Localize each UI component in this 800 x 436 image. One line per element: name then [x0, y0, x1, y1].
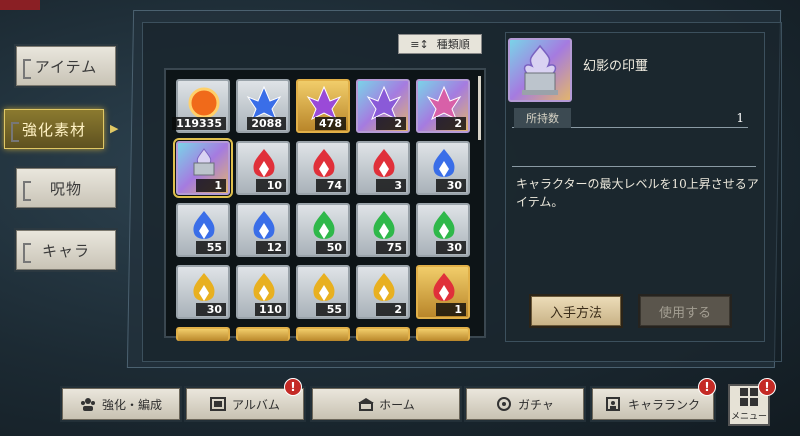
divider: [512, 166, 756, 167]
item-slot[interactable]: 2: [356, 79, 410, 133]
nav-label: アルバム: [232, 397, 280, 412]
character-rank-icon: [605, 397, 622, 411]
acquire-label: 入手方法: [549, 305, 602, 321]
owned-label: 所持数: [514, 107, 571, 128]
sort-order-button[interactable]: ≡↕ 種類順: [398, 34, 482, 54]
home-icon: [357, 397, 375, 411]
grid-scrollbar[interactable]: [478, 76, 481, 140]
item-slot[interactable]: 3: [356, 141, 410, 195]
tab-label: 呪物: [49, 179, 82, 198]
item-description: キャラクターの最大レベルを10上昇させるアイテム。: [516, 177, 759, 209]
menu-grid-icon: [740, 388, 758, 406]
item-quantity: 12: [256, 241, 286, 254]
nav-gacha[interactable]: ガチャ: [466, 388, 584, 420]
badge-mark: !: [704, 380, 710, 394]
item-quantity: 30: [436, 179, 466, 192]
nav-character-rank[interactable]: キャラランク: [592, 388, 714, 420]
team-icon: [80, 397, 96, 411]
nav-label: キャラランク: [627, 397, 700, 412]
item-slot[interactable]: 50: [296, 203, 350, 257]
item-quantity: 110: [255, 303, 286, 316]
item-quantity: 2: [376, 117, 406, 130]
tab-label: 強化素材: [21, 120, 86, 139]
item-slot[interactable]: 10: [236, 141, 290, 195]
item-quantity: 119335: [172, 117, 226, 130]
album-alert-badge: !: [284, 378, 302, 396]
item-quantity: 478: [315, 117, 346, 130]
tab-curios[interactable]: 呪物: [16, 168, 116, 208]
nav-enhance-formation[interactable]: 強化・編成: [62, 388, 180, 420]
album-icon: [210, 397, 227, 411]
owned-count-row: 所持数 1: [512, 107, 748, 128]
item-slot[interactable]: 1: [416, 265, 470, 319]
top-left-tab-corner: [0, 0, 40, 10]
nav-label: ホーム: [379, 397, 415, 412]
item-slot[interactable]: 2: [416, 79, 470, 133]
item-quantity: 2: [436, 117, 466, 130]
item-quantity: 10: [256, 179, 286, 192]
nav-label: ガチャ: [518, 397, 554, 412]
character-rank-alert-badge: !: [698, 378, 716, 396]
badge-mark: !: [764, 380, 770, 394]
use-label: 使用する: [658, 305, 711, 321]
item-slot[interactable]: 119335: [172, 79, 230, 133]
item-slot-partial[interactable]: [356, 327, 410, 341]
item-slot[interactable]: 30: [416, 203, 470, 257]
item-quantity: 30: [436, 241, 466, 254]
item-slot-partial[interactable]: [176, 327, 230, 341]
sort-icon: ≡↕: [410, 37, 429, 51]
item-quantity: 75: [376, 241, 406, 254]
active-tab-arrow-icon: ▶: [110, 122, 119, 135]
item-slot[interactable]: 74: [296, 141, 350, 195]
item-quantity: 2: [376, 303, 406, 316]
item-name: 幻影の印璽: [583, 59, 649, 74]
menu-label: メニュー: [730, 412, 767, 422]
sort-label: 種類順: [436, 38, 470, 51]
item-quantity: 74: [316, 179, 346, 192]
item-quantity: 55: [196, 241, 226, 254]
tab-enhance-materials[interactable]: 強化素材: [4, 109, 104, 149]
game-screen: アイテム 強化素材 ▶ 呪物 キャラ ≡↕ 種類順 119335 2088 478 2…: [0, 0, 800, 436]
tab-characters[interactable]: キャラ: [16, 230, 116, 270]
item-slot[interactable]: 478: [296, 79, 350, 133]
item-quantity: 3: [376, 179, 406, 192]
owned-value: 1: [736, 110, 744, 125]
tab-items[interactable]: アイテム: [16, 46, 116, 86]
item-quantity: 50: [316, 241, 346, 254]
nav-label: 強化・編成: [101, 397, 162, 412]
item-slot-partial[interactable]: [416, 327, 470, 341]
item-slot[interactable]: 55: [296, 265, 350, 319]
tab-label: アイテム: [34, 57, 98, 76]
phantom-seal-icon: [508, 38, 572, 102]
item-slot[interactable]: 1: [173, 138, 233, 198]
item-quantity: 1: [196, 179, 226, 192]
item-slot[interactable]: 2: [356, 265, 410, 319]
nav-home[interactable]: ホーム: [312, 388, 460, 420]
item-quantity: 2088: [247, 117, 286, 130]
item-slot[interactable]: 12: [236, 203, 290, 257]
use-item-button[interactable]: 使用する: [640, 296, 730, 326]
item-quantity: 1: [436, 303, 466, 316]
item-slot-partial[interactable]: [296, 327, 350, 341]
item-slot[interactable]: 30: [176, 265, 230, 319]
item-slot[interactable]: 110: [236, 265, 290, 319]
tab-label: キャラ: [41, 241, 90, 260]
item-slot-partial[interactable]: [236, 327, 290, 341]
item-slot[interactable]: 55: [176, 203, 230, 257]
acquire-method-button[interactable]: 入手方法: [531, 296, 621, 326]
item-slot[interactable]: 30: [416, 141, 470, 195]
gacha-icon: [496, 397, 512, 411]
badge-mark: !: [290, 380, 296, 394]
item-slot[interactable]: 75: [356, 203, 410, 257]
menu-alert-badge: !: [758, 378, 776, 396]
item-quantity: 30: [196, 303, 226, 316]
item-quantity: 55: [316, 303, 346, 316]
item-slot[interactable]: 2088: [236, 79, 290, 133]
